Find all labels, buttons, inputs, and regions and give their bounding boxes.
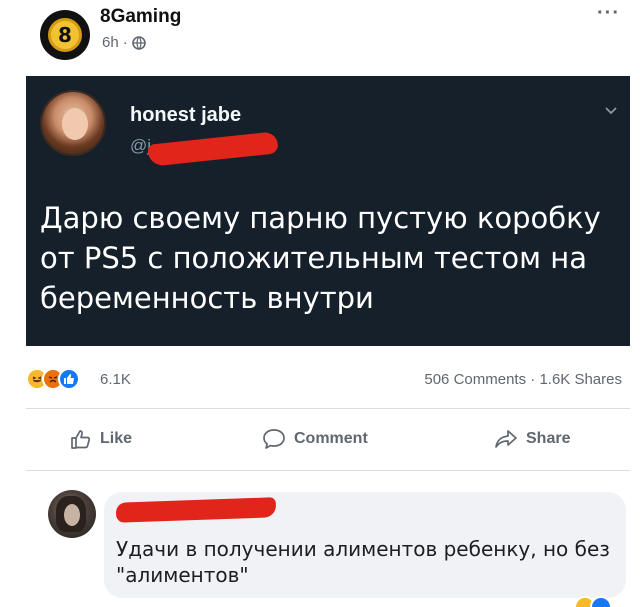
like-button[interactable]: Like bbox=[70, 428, 132, 450]
shares-count[interactable]: 1.6K Shares bbox=[539, 371, 622, 388]
share-button[interactable]: Share bbox=[494, 428, 570, 450]
post-time[interactable]: 6h bbox=[102, 34, 119, 51]
engagement-counts: 506 Comments · 1.6K Shares bbox=[424, 371, 622, 388]
engagement-separator: · bbox=[530, 371, 536, 388]
comments-count[interactable]: 506 Comments bbox=[424, 371, 526, 388]
tweet-author-name: honest jabe bbox=[130, 104, 242, 126]
redaction-mark bbox=[147, 131, 279, 167]
avatar-face bbox=[64, 504, 80, 526]
divider bbox=[26, 408, 630, 409]
divider bbox=[26, 470, 630, 471]
avatar-face bbox=[62, 108, 88, 140]
globe-icon bbox=[131, 35, 146, 50]
page-name[interactable]: 8Gaming bbox=[100, 6, 181, 28]
chevron-down-icon bbox=[605, 107, 617, 115]
comment-button[interactable]: Comment bbox=[262, 428, 368, 450]
embedded-tweet[interactable]: honest jabe @j Дарю своему парню пустую … bbox=[26, 76, 630, 346]
comment-label: Comment bbox=[294, 430, 368, 447]
tweet-author-avatar bbox=[40, 90, 106, 156]
post-header: 8 8Gaming 6h · ··· bbox=[0, 0, 640, 76]
share-arrow-icon bbox=[495, 430, 517, 448]
tweet-text: Дарю своему парню пустую коробку от PS5 … bbox=[40, 201, 601, 315]
reactions-summary: 6.1K 506 Comments · 1.6K Shares bbox=[26, 362, 630, 396]
commenter-avatar[interactable] bbox=[48, 490, 96, 538]
like-reaction-icon bbox=[58, 368, 80, 390]
comment-bubble-icon bbox=[263, 429, 285, 449]
comment-reactions[interactable] bbox=[574, 596, 612, 607]
more-options-button[interactable]: ··· bbox=[597, 2, 620, 25]
thumbs-up-icon bbox=[71, 430, 91, 449]
reaction-icons[interactable] bbox=[26, 368, 80, 390]
share-label: Share bbox=[526, 430, 571, 447]
comment-text: Удачи в получении алиментов ребенку, но … bbox=[116, 537, 610, 587]
reaction-count[interactable]: 6.1K bbox=[100, 371, 131, 388]
page-avatar-logo: 8 bbox=[48, 18, 82, 52]
post-meta: 6h · bbox=[102, 34, 146, 51]
like-label: Like bbox=[100, 430, 133, 447]
meta-separator: · bbox=[122, 34, 128, 51]
action-bar: Like Comment Share bbox=[26, 420, 630, 460]
page-avatar[interactable]: 8 bbox=[40, 10, 90, 60]
